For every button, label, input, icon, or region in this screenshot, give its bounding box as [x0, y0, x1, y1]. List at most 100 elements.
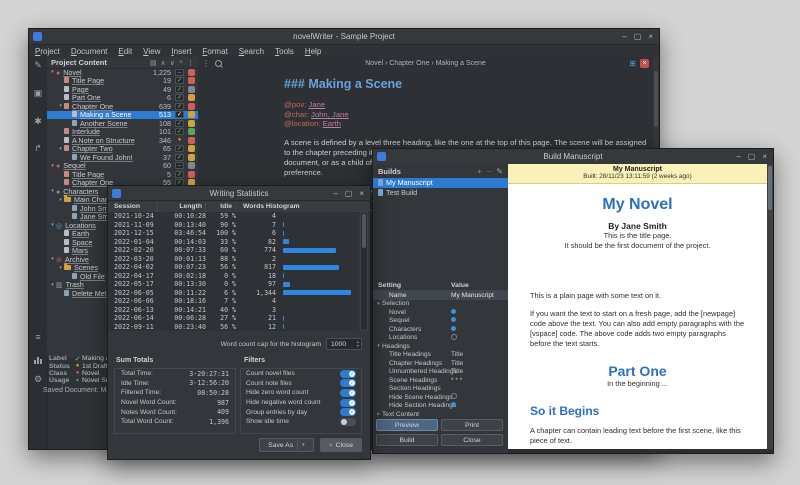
- setting-row[interactable]: Hide Scene Headings: [373, 393, 508, 402]
- setting-row[interactable]: Characters: [373, 325, 508, 334]
- filter-toggle[interactable]: ✓: [340, 399, 356, 407]
- setting-row[interactable]: ▸Text Content: [373, 410, 508, 419]
- stats-table-scrollbar[interactable]: [360, 212, 368, 331]
- novel-details-icon[interactable]: ✱: [29, 115, 47, 127]
- maximize-icon[interactable]: ▢: [345, 186, 353, 201]
- build-button[interactable]: Build: [376, 434, 438, 446]
- stats-column-header[interactable]: Session Start ▴: [108, 202, 158, 212]
- edit-build-icon[interactable]: ✎: [496, 167, 503, 176]
- close-icon[interactable]: ×: [648, 29, 653, 44]
- tree-item[interactable]: ▾Chapter One639✓: [47, 102, 198, 111]
- menu-search[interactable]: Search: [239, 47, 264, 56]
- tree-arrow-icon[interactable]: ▾: [49, 256, 56, 262]
- stats-icon[interactable]: [29, 355, 47, 367]
- close-button[interactable]: × Close: [320, 438, 362, 452]
- setting-row[interactable]: Hide Section Headings: [373, 402, 508, 411]
- tree-arrow-icon[interactable]: ▾: [49, 222, 56, 228]
- tree-arrow-icon[interactable]: ▾: [49, 163, 56, 169]
- build-list-item[interactable]: Test Build: [373, 188, 508, 198]
- keyword-value[interactable]: Earth: [323, 119, 341, 128]
- setting-row[interactable]: ▾Headings: [373, 342, 508, 351]
- settings-icon[interactable]: ⚙: [29, 373, 47, 385]
- tree-arrow-icon[interactable]: ▾: [57, 103, 64, 109]
- project-tree-icon[interactable]: ▣: [29, 87, 47, 99]
- maximize-icon[interactable]: ▢: [634, 29, 642, 44]
- build-list-item[interactable]: My Manuscript: [373, 178, 508, 188]
- tree-menu-icon[interactable]: ⋮: [187, 59, 194, 67]
- setting-row[interactable]: Scene Headings* * *: [373, 376, 508, 385]
- tree-item[interactable]: Another Scene108✓: [47, 119, 198, 128]
- close-button[interactable]: Close: [441, 434, 503, 446]
- setting-row[interactable]: Sequel: [373, 317, 508, 326]
- save-as-button[interactable]: Save As ▾: [259, 438, 313, 452]
- setting-row[interactable]: Unnumbered HeadingsTitle: [373, 368, 508, 377]
- setting-row[interactable]: Chapter HeadingsTitle: [373, 359, 508, 368]
- preview-button[interactable]: Preview: [376, 419, 438, 431]
- move-down-icon[interactable]: ∨: [170, 59, 175, 67]
- menu-document[interactable]: Document: [71, 47, 107, 56]
- menu-format[interactable]: Format: [202, 47, 227, 56]
- filter-toggle[interactable]: ✓: [340, 370, 356, 378]
- group-arrow-icon[interactable]: ▾: [375, 343, 382, 349]
- menu-project[interactable]: Project: [35, 47, 60, 56]
- preview-scrollbar[interactable]: [767, 164, 773, 449]
- tree-arrow-icon[interactable]: ▾: [57, 146, 64, 152]
- maximize-icon[interactable]: ▢: [748, 149, 756, 164]
- tree-item[interactable]: Title Page19✓: [47, 77, 198, 86]
- quick-links-icon[interactable]: ▤: [150, 59, 157, 67]
- tree-item[interactable]: Page49✓: [47, 85, 198, 94]
- editor-menu-icon[interactable]: ⋮: [202, 59, 210, 68]
- menu-tools[interactable]: Tools: [275, 47, 294, 56]
- tree-item[interactable]: A Note on Structure346●: [47, 136, 198, 145]
- setting-row[interactable]: ▾Selection: [373, 300, 508, 309]
- keyword-value[interactable]: John, Jane: [311, 110, 349, 119]
- close-icon[interactable]: ×: [762, 149, 767, 164]
- tree-item[interactable]: ▾●Sequel60–: [47, 162, 198, 171]
- save-as-dropdown-icon[interactable]: ▾: [302, 442, 305, 448]
- histogram-cap-spinner[interactable]: 1000 ▴▾: [326, 338, 362, 350]
- filter-toggle[interactable]: ✓: [340, 379, 356, 387]
- setting-row[interactable]: Section Headings: [373, 385, 508, 394]
- tree-arrow-icon[interactable]: ▾: [57, 265, 64, 271]
- filter-toggle[interactable]: ✓: [340, 408, 356, 416]
- filter-toggle[interactable]: ✓: [340, 389, 356, 397]
- search-icon[interactable]: [215, 60, 222, 67]
- compose-icon[interactable]: ✎: [29, 59, 47, 71]
- tree-item[interactable]: ▾Chapter Two65✓: [47, 145, 198, 154]
- remove-build-icon[interactable]: –: [487, 167, 491, 176]
- tree-item[interactable]: Making a Scene513✓: [47, 111, 198, 120]
- print-button[interactable]: Print: [441, 419, 503, 431]
- group-arrow-icon[interactable]: ▸: [375, 411, 382, 417]
- minimize-icon[interactable]: –: [622, 29, 626, 44]
- setting-row[interactable]: Title HeadingsTitle: [373, 351, 508, 360]
- group-arrow-icon[interactable]: ▾: [375, 301, 382, 307]
- minimize-icon[interactable]: –: [736, 149, 740, 164]
- export-icon[interactable]: ↱: [29, 142, 47, 154]
- outline-icon[interactable]: ≡: [29, 331, 47, 343]
- stats-column-header[interactable]: Length: [158, 202, 206, 212]
- spinner-arrows-icon[interactable]: ▴▾: [357, 340, 361, 348]
- close-document-icon[interactable]: ×: [640, 59, 649, 68]
- stats-column-header[interactable]: Words Histogram: [236, 202, 370, 212]
- setting-row[interactable]: Locations: [373, 334, 508, 343]
- menu-help[interactable]: Help: [305, 47, 321, 56]
- menu-edit[interactable]: Edit: [118, 47, 132, 56]
- tree-item[interactable]: ▾●Novel1,225–: [47, 68, 198, 77]
- stats-column-header[interactable]: Idle: [206, 202, 236, 212]
- menu-insert[interactable]: Insert: [171, 47, 191, 56]
- tree-item[interactable]: Interlude101✓: [47, 128, 198, 137]
- keyword-value[interactable]: Jane: [308, 100, 325, 109]
- menu-view[interactable]: View: [143, 47, 160, 56]
- stats-titlebar[interactable]: Writing Statistics –▢×: [108, 186, 370, 201]
- minimize-icon[interactable]: –: [333, 186, 337, 201]
- tree-arrow-icon[interactable]: ▾: [49, 188, 56, 194]
- setting-row[interactable]: NameMy Manuscript: [373, 291, 508, 300]
- tree-arrow-icon[interactable]: ▾: [57, 197, 64, 203]
- filter-toggle[interactable]: [340, 418, 356, 426]
- tree-arrow-icon[interactable]: ▾: [49, 282, 56, 288]
- focus-mode-icon[interactable]: ⊞: [629, 59, 636, 68]
- tree-item[interactable]: Part One6✓: [47, 94, 198, 103]
- move-up-icon[interactable]: ∧: [161, 59, 166, 67]
- build-titlebar[interactable]: Build Manuscript –▢×: [373, 149, 773, 165]
- close-icon[interactable]: ×: [359, 186, 364, 201]
